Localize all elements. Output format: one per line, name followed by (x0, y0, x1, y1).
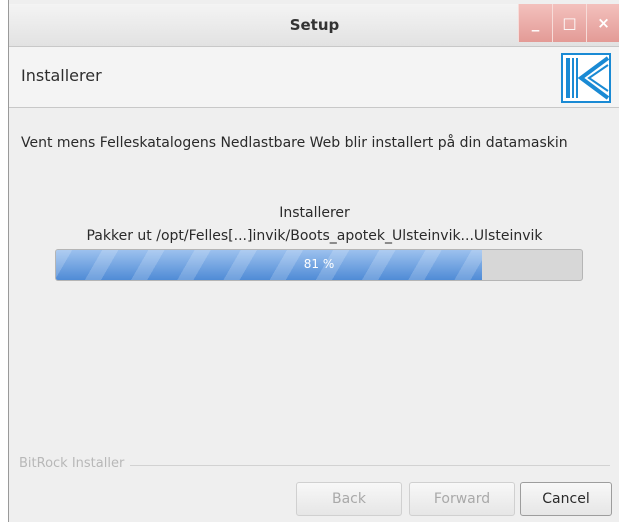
setup-window: Setup _ □ × Installerer Vent mens Felles… (8, 0, 619, 522)
maximize-button[interactable]: □ (552, 4, 586, 42)
installer-brand: BitRock Installer (19, 456, 131, 471)
page-title: Installerer (21, 66, 102, 85)
minimize-button[interactable]: _ (518, 4, 552, 42)
back-button[interactable]: Back (296, 482, 402, 516)
close-button[interactable]: × (586, 4, 619, 42)
progress-bar: 81 % (55, 249, 583, 281)
cancel-button[interactable]: Cancel (520, 482, 612, 516)
status-label: Installerer (279, 205, 350, 221)
page-header: Installerer (9, 47, 619, 108)
title-bar[interactable]: Setup _ □ × (9, 4, 619, 47)
window-controls: _ □ × (518, 4, 619, 42)
k-logo-icon (561, 53, 611, 103)
current-file-label: Pakker ut /opt/Felles[...]invik/Boots_ap… (86, 228, 543, 244)
progress-percent-label: 81 % (303, 257, 335, 271)
install-message: Vent mens Felleskatalogens Nedlastbare W… (21, 135, 568, 151)
k-logo-graphic (561, 53, 611, 103)
installer-brand-row: BitRock Installer (9, 456, 619, 474)
forward-button[interactable]: Forward (409, 482, 515, 516)
